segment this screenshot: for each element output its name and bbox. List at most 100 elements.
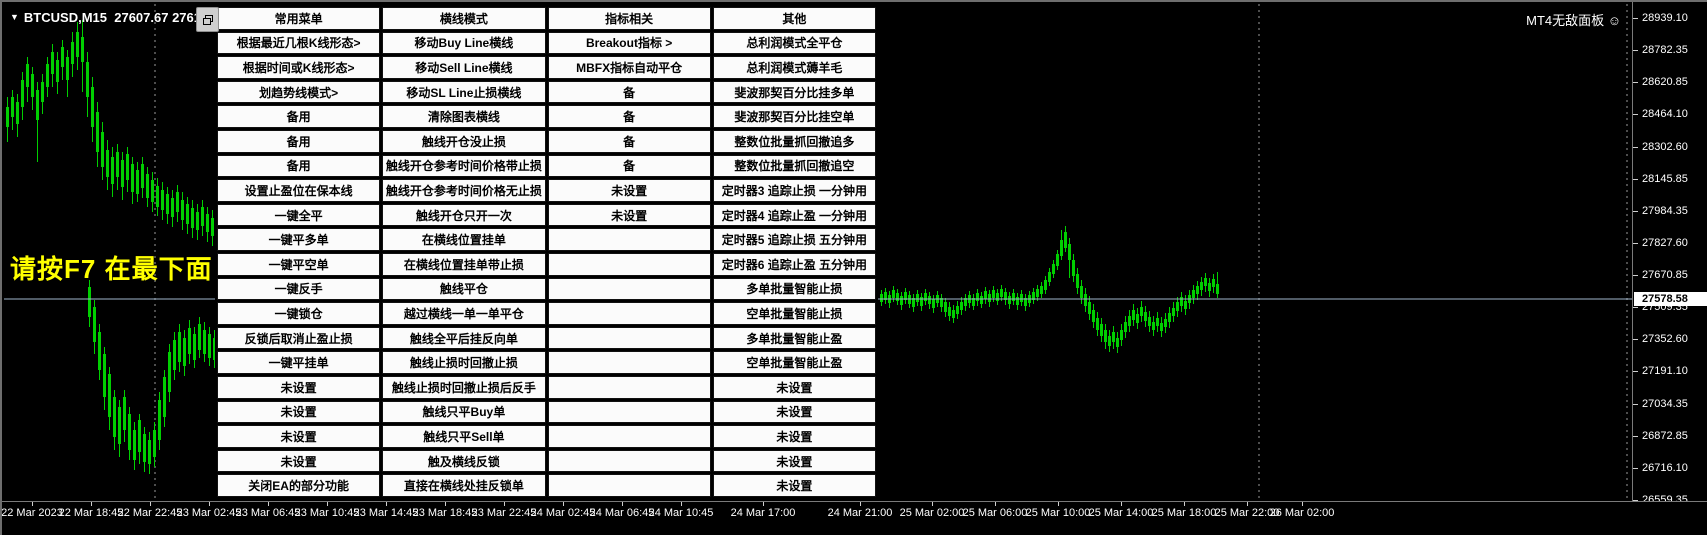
menu-cell-button[interactable]: 未设置 [217, 425, 381, 448]
menu-cell-button[interactable]: 整数位批量抓回撤追空 [712, 154, 876, 178]
menu-cell-button[interactable]: 划趋势线模式> [217, 80, 381, 104]
menu-cell-button[interactable]: Breakout指标 > [547, 31, 711, 55]
menu-cell-button[interactable]: 移动Buy Line横线 [382, 31, 546, 55]
menu-cell-button[interactable]: 定时器4 追踪止盈 一分钟用 [712, 203, 876, 227]
menu-cell-button[interactable]: 设置止盈位在保本线 [217, 179, 381, 202]
menu-cell-button[interactable]: 移动Sell Line横线 [382, 56, 546, 79]
candle-body [952, 310, 955, 318]
menu-cell-button[interactable]: 在横线位置挂单带止损 [382, 252, 546, 276]
price-tick-label: 27827.60 [1642, 237, 1688, 249]
price-axis[interactable]: 28939.10 28782.35 28620.85 28464.10 28302.60… [1632, 2, 1707, 521]
menu-cell-button[interactable]: 未设置 [547, 179, 711, 202]
price-tick-mark [1633, 468, 1638, 469]
menu-cell-button[interactable]: 整数位批量抓回撤追多 [712, 129, 876, 153]
menu-column-header: 常用菜单 [217, 7, 381, 30]
symbol-timeframe-label: BTCUSD,M15 [23, 10, 107, 25]
menu-cell-button[interactable]: 未设置 [712, 449, 876, 473]
menu-cell-button[interactable]: 一键锁仓 [217, 302, 381, 325]
menu-cell-button[interactable]: 定时器6 追踪止盈 五分钟用 [712, 252, 876, 276]
candle-body [984, 291, 987, 299]
menu-cell-button[interactable]: 定时器5 追踪止损 五分钟用 [712, 228, 876, 251]
price-tick-mark [1633, 307, 1638, 308]
menu-cell-button[interactable]: MBFX指标自动平仓 [547, 56, 711, 79]
restore-window-button[interactable] [196, 7, 219, 32]
candle-body [1052, 264, 1055, 274]
menu-cell-button[interactable]: 斐波那契百分比挂多单 [712, 80, 876, 104]
candle-body [996, 293, 999, 301]
candle-body [1112, 332, 1115, 342]
candle-body [123, 397, 126, 430]
menu-cell-button[interactable]: 总利润模式薅羊毛 [712, 56, 876, 79]
menu-cell-button[interactable]: 未设置 [712, 474, 876, 497]
menu-cell-button[interactable]: 触线开仓没止损 [382, 129, 546, 153]
menu-cell-button[interactable]: 定时器3 追踪止损 一分钟用 [712, 179, 876, 202]
chevron-down-icon[interactable]: ▼ [10, 12, 19, 22]
candle-body [193, 334, 196, 360]
menu-cell-button[interactable]: 备用 [217, 154, 381, 178]
menu-cell-button[interactable]: 触线只平Sell单 [382, 425, 546, 448]
menu-cell-button[interactable]: 触线止损时回撤止损后反手 [382, 375, 546, 399]
menu-cell-button[interactable]: 备 [547, 80, 711, 104]
menu-cell-button[interactable]: 未设置 [712, 400, 876, 424]
time-tick-label: 22 Mar 22:45 [117, 507, 183, 519]
menu-cell-button[interactable]: 触线开仓只开一次 [382, 203, 546, 227]
menu-cell-button[interactable]: 触线止损时回撤止损 [382, 351, 546, 374]
menu-cell-button[interactable]: 触线平仓 [382, 277, 546, 301]
trading-panel-menu: 常用菜单 横线模式 指标相关 其他 根据最近几根K线形态> 移动Buy Line横线 Bre… [215, 5, 878, 499]
candle-body [111, 157, 114, 184]
menu-cell-button[interactable]: 直接在横线处挂反锁单 [382, 474, 546, 497]
menu-cell-button[interactable]: 越过横线一单一单平仓 [382, 302, 546, 325]
candle-body [976, 293, 979, 301]
candle-body [143, 434, 146, 462]
menu-cell-button[interactable]: 未设置 [217, 449, 381, 473]
menu-cell-button[interactable]: 未设置 [712, 375, 876, 399]
price-tick-label: 27034.35 [1642, 398, 1688, 410]
price-tick-label: 26716.10 [1642, 462, 1688, 474]
menu-cell-button[interactable]: 总利润模式全平仓 [712, 31, 876, 55]
menu-cell-button[interactable]: 一键反手 [217, 277, 381, 301]
menu-cell-button[interactable]: 清除图表横线 [382, 105, 546, 128]
menu-cell-button[interactable]: 未设置 [547, 203, 711, 227]
menu-cell-button[interactable]: 根据时间或K线形态> [217, 56, 381, 79]
menu-cell-button[interactable]: 移动SL Line止损横线 [382, 80, 546, 104]
menu-cell-button[interactable]: 根据最近几根K线形态> [217, 31, 381, 55]
candle-body [208, 334, 211, 358]
candle-body [1128, 316, 1131, 326]
price-tick-label: 28782.35 [1642, 44, 1688, 56]
time-tick-label: 22 Mar 18:45 [58, 507, 124, 519]
menu-cell-button[interactable]: 触线开仓参考时间价格无止损 [382, 179, 546, 202]
menu-cell-button[interactable]: 关闭EA的部分功能 [217, 474, 381, 497]
menu-cell-button[interactable]: 一键平挂单 [217, 351, 381, 374]
candle-body [1120, 330, 1123, 340]
menu-cell-button[interactable]: 一键平空单 [217, 252, 381, 276]
candle-body [51, 52, 54, 74]
menu-cell-button[interactable]: 未设置 [712, 425, 876, 448]
menu-cell-button[interactable]: 未设置 [217, 375, 381, 399]
menu-cell-button[interactable]: 多单批量智能止损 [712, 277, 876, 301]
menu-cell-button[interactable]: 触线只平Buy单 [382, 400, 546, 424]
time-axis[interactable]: 22 Mar 2023 22 Mar 18:45 22 Mar 22:45 23 Ma… [2, 501, 1707, 535]
menu-cell-button[interactable]: 备用 [217, 105, 381, 128]
menu-cell-button[interactable]: 触及横线反锁 [382, 449, 546, 473]
price-tick-mark [1633, 339, 1638, 340]
menu-cell-button[interactable]: 多单批量智能止盈 [712, 326, 876, 350]
menu-cell-button[interactable]: 备 [547, 105, 711, 128]
menu-cell-button[interactable]: 斐波那契百分比挂空单 [712, 105, 876, 128]
menu-cell-button[interactable]: 触线开仓参考时间价格带止损 [382, 154, 546, 178]
candle-body [1184, 301, 1187, 309]
menu-cell-button[interactable]: 一键全平 [217, 203, 381, 227]
candle-body [81, 37, 84, 62]
menu-cell-button[interactable]: 反锁后取消止盈止损 [217, 326, 381, 350]
menu-cell-button[interactable]: 空单批量智能止损 [712, 302, 876, 325]
menu-cell-button[interactable]: 备 [547, 154, 711, 178]
menu-cell-button[interactable]: 未设置 [217, 400, 381, 424]
time-tick-mark [445, 502, 446, 506]
menu-cell-button[interactable]: 一键平多单 [217, 228, 381, 251]
menu-cell-button[interactable]: 备 [547, 129, 711, 153]
menu-cell-button[interactable]: 空单批量智能止盈 [712, 351, 876, 374]
price-tick-mark [1633, 147, 1638, 148]
menu-cell-button[interactable]: 触线全平后挂反向单 [382, 326, 546, 350]
menu-cell-button[interactable]: 在横线位置挂单 [382, 228, 546, 251]
candle-body [1056, 254, 1059, 266]
menu-cell-button[interactable]: 备用 [217, 129, 381, 153]
